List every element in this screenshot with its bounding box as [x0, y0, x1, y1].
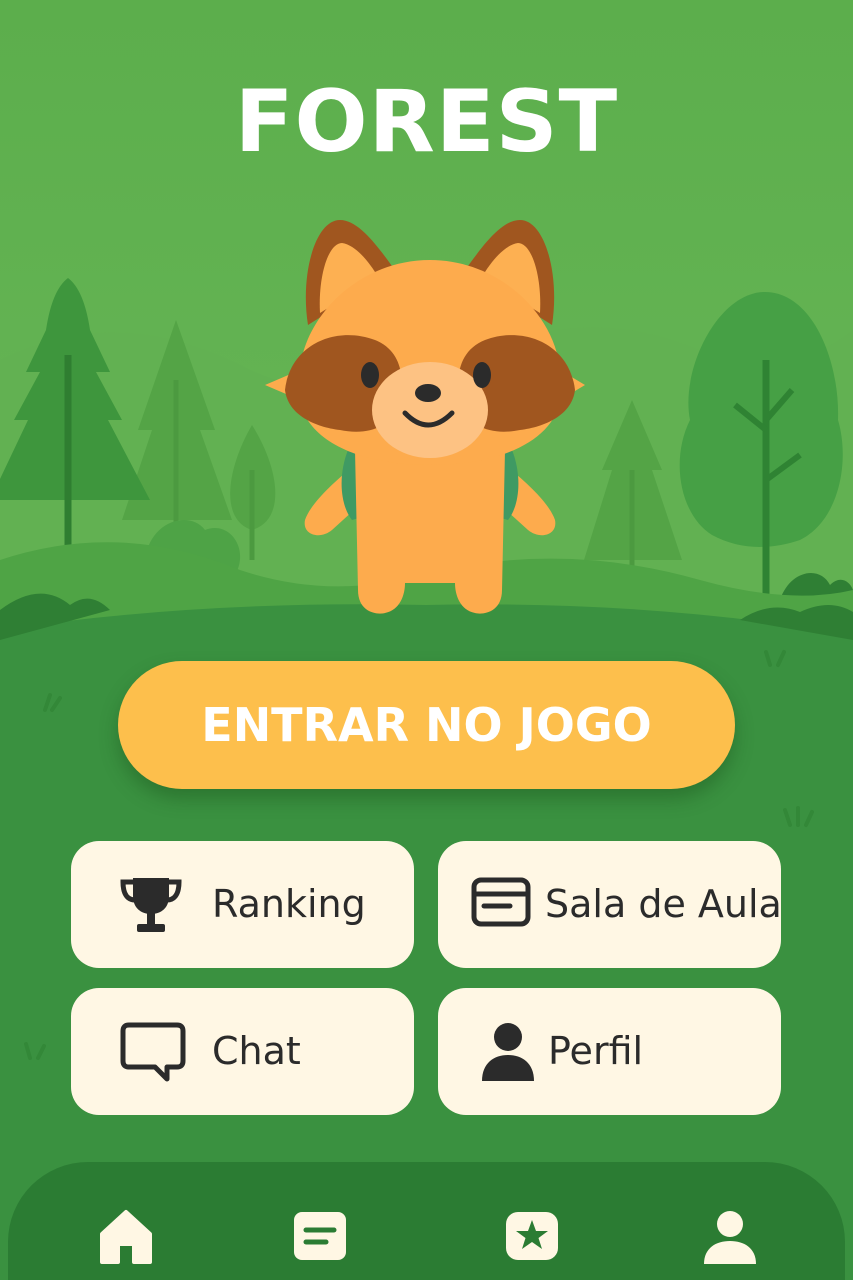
ranking-button[interactable]: Ranking — [71, 841, 414, 968]
red-panda-mascot — [265, 220, 585, 614]
home-icon[interactable] — [96, 1206, 156, 1266]
bottom-nav-bar — [8, 1162, 845, 1280]
user-icon[interactable] — [700, 1206, 760, 1266]
enter-game-button[interactable]: ENTRAR NO JOGO — [118, 661, 735, 789]
chat-button[interactable]: Chat — [71, 988, 414, 1115]
classroom-icon — [471, 877, 531, 927]
chat-label: Chat — [212, 1029, 301, 1073]
list-icon[interactable] — [290, 1206, 350, 1266]
chat-icon — [120, 1022, 186, 1082]
profile-button[interactable]: Perfil — [438, 988, 781, 1115]
profile-label: Perfil — [548, 1029, 644, 1073]
star-icon[interactable] — [502, 1206, 562, 1266]
trophy-icon — [120, 878, 182, 932]
ranking-label: Ranking — [212, 882, 366, 926]
classroom-button[interactable]: Sala de Aula — [438, 841, 782, 968]
app-title: FOREST — [234, 72, 619, 172]
classroom-label: Sala de Aula — [545, 882, 782, 926]
user-icon — [482, 1023, 534, 1081]
